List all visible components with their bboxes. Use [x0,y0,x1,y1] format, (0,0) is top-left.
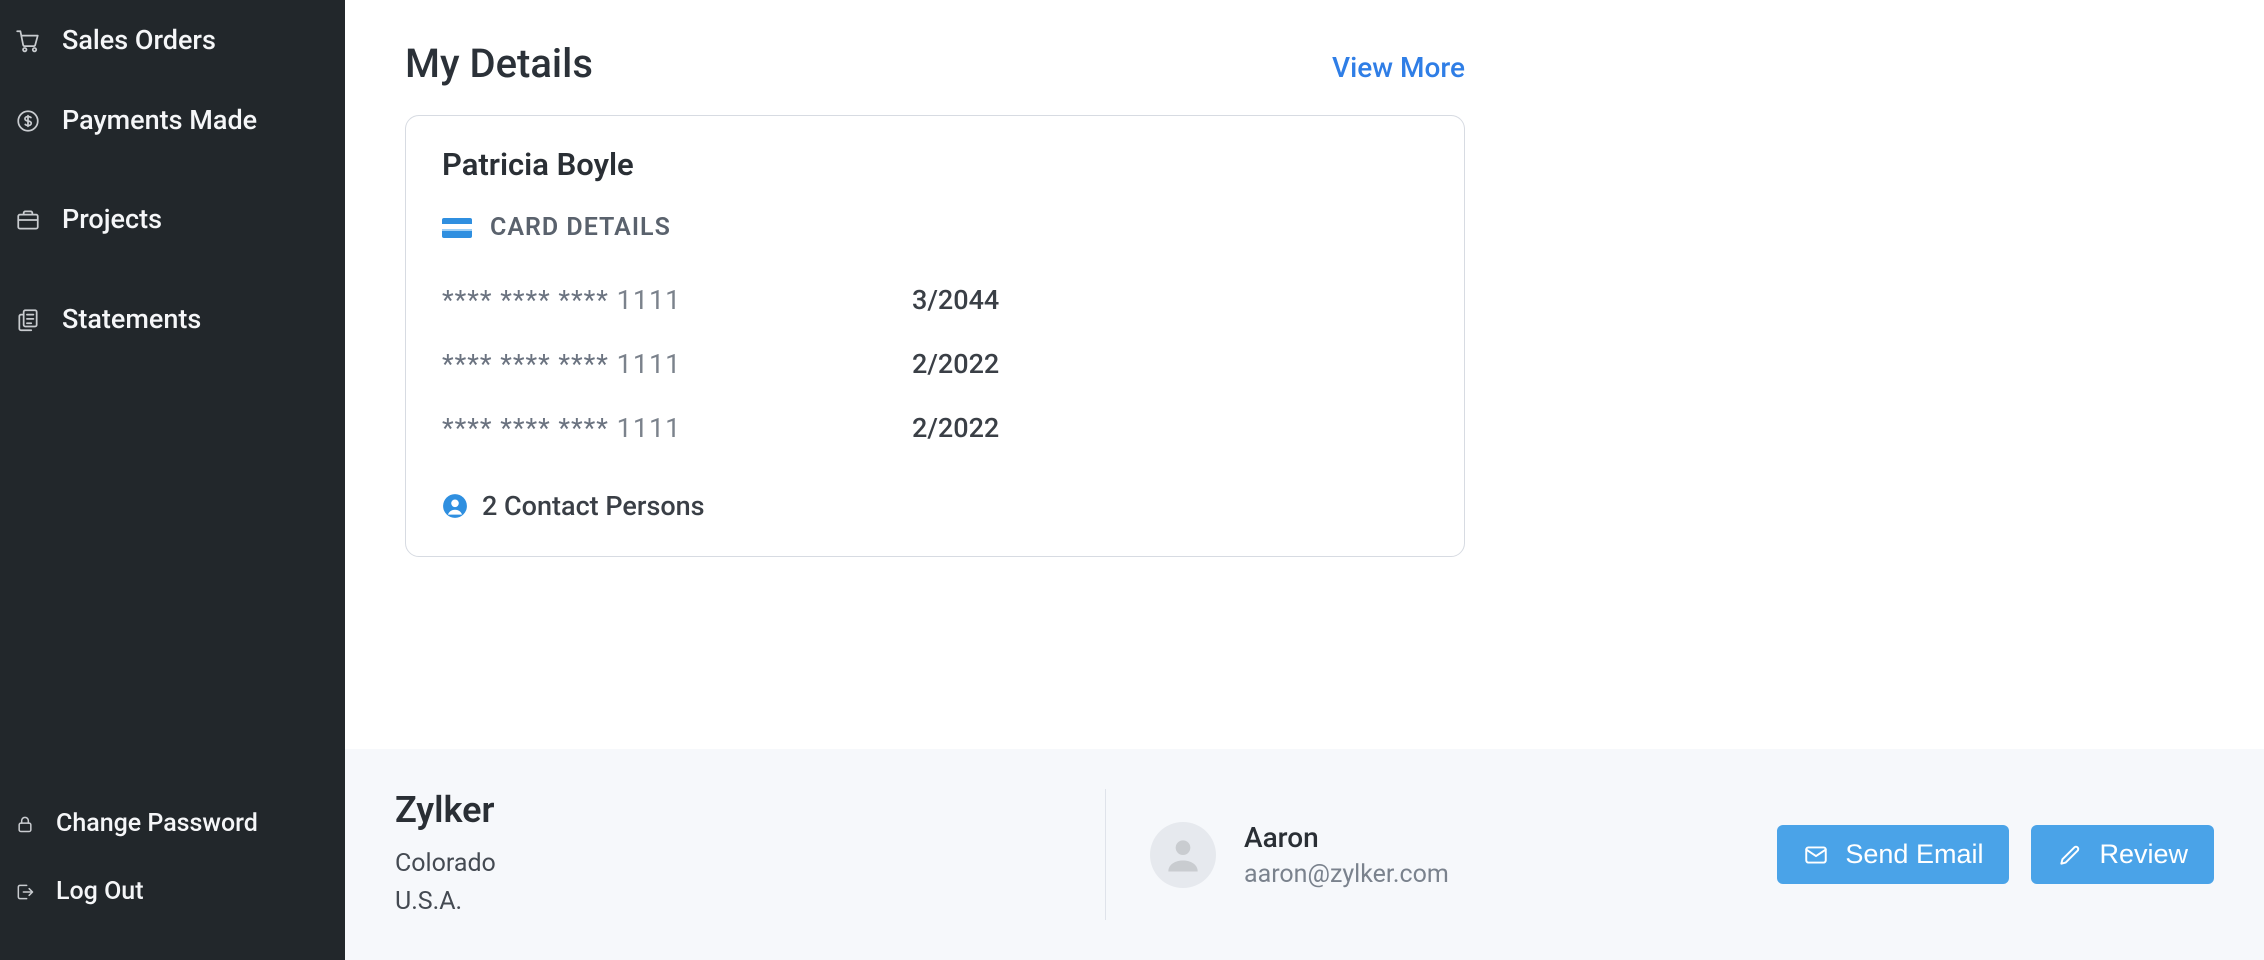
briefcase-icon [14,206,42,234]
contact-persons-label: 2 Contact Persons [482,490,705,522]
user-block: Aaron aaron@zylker.com Send Email [1150,821,2224,889]
content: My Details View More Patricia Boyle CARD… [345,0,2264,749]
sidebar-item-label: Payments Made [62,106,257,136]
card-row: **** **** **** 1111 3/2044 [442,268,1428,332]
sidebar-item-payments-made[interactable]: Payments Made [0,88,345,154]
customer-name: Patricia Boyle [442,146,1428,183]
card-expiry: 3/2044 [912,284,999,316]
card-number: **** **** **** 1111 [442,348,912,380]
sidebar-item-log-out[interactable]: Log Out [0,864,345,920]
card-expiry: 2/2022 [912,348,999,380]
view-more-link[interactable]: View More [1332,51,1465,84]
user-email: aaron@zylker.com [1244,860,1449,889]
person-circle-icon [442,493,468,519]
footer: Zylker Colorado U.S.A. Aaron aaron@zylke… [345,749,2264,960]
sidebar-item-label: Log Out [56,878,144,906]
card-expiry: 2/2022 [912,412,999,444]
contact-persons[interactable]: 2 Contact Persons [442,490,1428,522]
dollar-circle-icon [14,107,42,135]
mail-icon [1803,842,1829,868]
sidebar-item-statements[interactable]: Statements [0,287,345,353]
sidebar-item-label: Projects [62,205,162,235]
section-title: My Details [405,40,593,87]
cards-list: **** **** **** 1111 3/2044 **** **** ***… [442,268,1428,460]
review-button[interactable]: Review [2031,825,2214,884]
sidebar: Sales Orders Payments Made Projects Stat… [0,0,345,960]
org-address: Colorado U.S.A. [395,845,1105,920]
document-copy-icon [14,306,42,334]
cart-icon [14,27,42,55]
divider [1105,789,1106,920]
credit-card-icon [442,218,472,238]
details-card: Patricia Boyle CARD DETAILS **** **** **… [405,115,1465,557]
avatar [1150,822,1216,888]
pencil-icon [2057,842,2083,868]
send-email-button[interactable]: Send Email [1777,825,2009,884]
card-details-label: CARD DETAILS [490,213,671,242]
sidebar-item-sales-orders[interactable]: Sales Orders [0,8,345,74]
card-row: **** **** **** 1111 2/2022 [442,396,1428,460]
logout-icon [14,878,36,906]
sidebar-item-label: Sales Orders [62,26,216,56]
sidebar-item-label: Statements [62,305,201,335]
sidebar-item-change-password[interactable]: Change Password [0,796,345,852]
org-block: Zylker Colorado U.S.A. [385,789,1105,920]
user-name: Aaron [1244,821,1449,854]
card-number: **** **** **** 1111 [442,284,912,316]
sidebar-item-label: Change Password [56,810,258,838]
card-row: **** **** **** 1111 2/2022 [442,332,1428,396]
sidebar-item-projects[interactable]: Projects [0,187,345,253]
lock-icon [14,810,36,838]
main: My Details View More Patricia Boyle CARD… [345,0,2264,960]
org-name: Zylker [395,789,1105,831]
card-number: **** **** **** 1111 [442,412,912,444]
